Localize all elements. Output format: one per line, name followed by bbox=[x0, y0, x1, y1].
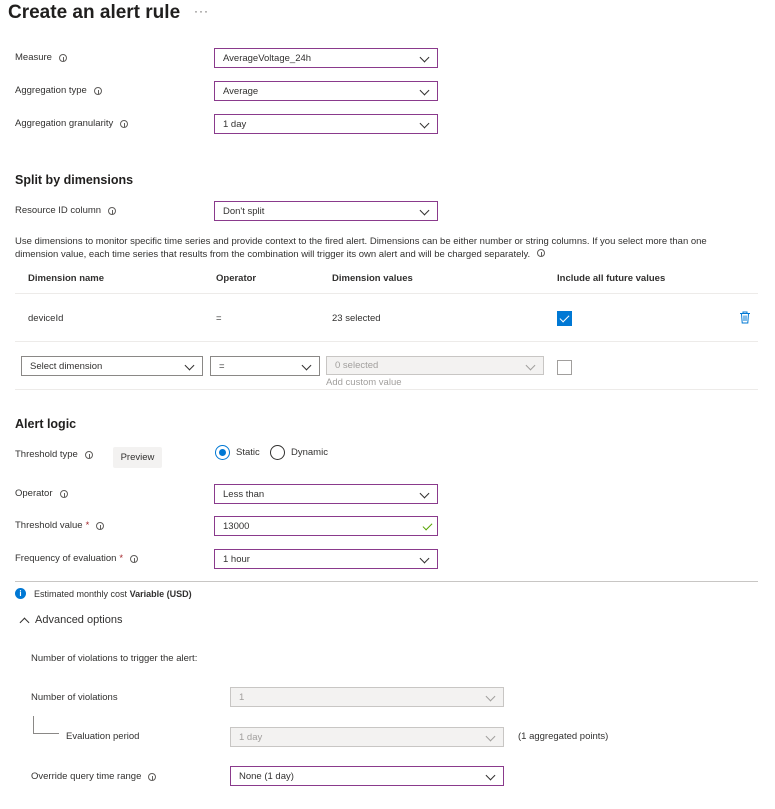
static-radio[interactable] bbox=[215, 445, 230, 460]
info-icon bbox=[58, 53, 67, 62]
required-mark: * bbox=[119, 553, 124, 564]
dynamic-radio-label[interactable]: Dynamic bbox=[291, 447, 328, 458]
chevron-down-icon bbox=[419, 205, 430, 216]
override-query-label: Override query time range bbox=[31, 771, 157, 782]
aggregation-granularity-label: Aggregation granularity bbox=[15, 118, 129, 129]
chevron-down-icon bbox=[419, 52, 430, 63]
chevron-down-icon bbox=[485, 691, 496, 702]
info-icon bbox=[96, 521, 105, 530]
aggregation-type-label: Aggregation type bbox=[15, 85, 102, 96]
info-icon bbox=[120, 119, 129, 128]
evaluation-period-label: Evaluation period bbox=[66, 731, 140, 742]
chevron-down-icon bbox=[419, 488, 430, 499]
required-mark: * bbox=[85, 520, 90, 531]
new-include-future-checkbox bbox=[557, 360, 572, 375]
include-future-checkbox[interactable] bbox=[557, 311, 572, 326]
chevron-down-icon bbox=[485, 770, 496, 781]
dimension-name-cell: deviceId bbox=[28, 313, 64, 324]
col-operator: Operator bbox=[216, 273, 257, 284]
threshold-value-input[interactable]: 13000 bbox=[214, 516, 438, 536]
add-custom-value-link: Add custom value bbox=[326, 377, 402, 388]
static-radio-label[interactable]: Static bbox=[236, 447, 260, 458]
violations-dropdown: 1 bbox=[230, 687, 504, 707]
chevron-up-icon[interactable] bbox=[19, 617, 30, 628]
threshold-value-label: Threshold value * bbox=[15, 520, 105, 531]
more-options-button[interactable]: ··· bbox=[194, 4, 209, 18]
aggregated-points-note: (1 aggregated points) bbox=[518, 731, 609, 742]
info-icon bbox=[148, 772, 157, 781]
col-include-future: Include all future values bbox=[557, 273, 666, 284]
operator-cell: = bbox=[216, 313, 222, 324]
checkmark-icon bbox=[422, 520, 433, 531]
trash-icon[interactable] bbox=[739, 311, 751, 324]
frequency-dropdown[interactable]: 1 hour bbox=[214, 549, 438, 569]
estimated-cost: Estimated monthly cost Variable (USD) bbox=[34, 589, 192, 599]
info-icon bbox=[84, 450, 93, 459]
alert-logic-heading: Alert logic bbox=[15, 417, 77, 431]
select-dimension-dropdown[interactable]: Select dimension bbox=[21, 356, 203, 376]
aggregation-granularity-dropdown[interactable]: 1 day bbox=[214, 114, 438, 134]
divider bbox=[15, 389, 758, 390]
tree-connector bbox=[33, 716, 59, 734]
advanced-options-toggle[interactable]: Advanced options bbox=[35, 614, 122, 626]
chevron-down-icon bbox=[525, 360, 536, 371]
info-filled-icon: i bbox=[15, 588, 26, 599]
info-icon bbox=[537, 249, 546, 257]
split-help-text: Use dimensions to monitor specific time … bbox=[15, 236, 707, 260]
aggregation-type-dropdown[interactable]: Average bbox=[214, 81, 438, 101]
info-icon bbox=[108, 206, 117, 215]
new-operator-dropdown[interactable]: = bbox=[210, 356, 320, 376]
threshold-type-label: Threshold type bbox=[15, 449, 93, 460]
operator-label: Operator bbox=[15, 488, 68, 499]
operator-dropdown[interactable]: Less than bbox=[214, 484, 438, 504]
measure-dropdown[interactable]: AverageVoltage_24h bbox=[214, 48, 438, 68]
chevron-down-icon bbox=[301, 360, 312, 371]
info-icon bbox=[59, 489, 68, 498]
dynamic-radio[interactable] bbox=[270, 445, 285, 460]
chevron-down-icon bbox=[485, 731, 496, 742]
frequency-label: Frequency of evaluation * bbox=[15, 553, 139, 564]
chevron-down-icon bbox=[184, 360, 195, 371]
resource-id-label: Resource ID column bbox=[15, 205, 117, 216]
preview-badge: Preview bbox=[113, 447, 162, 468]
info-icon bbox=[130, 554, 139, 563]
resource-id-dropdown[interactable]: Don't split bbox=[214, 201, 438, 221]
override-query-dropdown[interactable]: None (1 day) bbox=[230, 766, 504, 786]
chevron-down-icon bbox=[419, 118, 430, 129]
divider bbox=[15, 341, 758, 342]
dimension-values-cell[interactable]: 23 selected bbox=[332, 313, 381, 324]
evaluation-period-dropdown: 1 day bbox=[230, 727, 504, 747]
violations-title: Number of violations to trigger the aler… bbox=[31, 653, 198, 664]
page-title: Create an alert rule bbox=[8, 2, 181, 23]
chevron-down-icon bbox=[419, 85, 430, 96]
info-icon bbox=[93, 86, 102, 95]
new-values-dropdown: 0 selected bbox=[326, 356, 544, 375]
violations-label: Number of violations bbox=[31, 692, 118, 703]
divider bbox=[15, 293, 758, 294]
divider bbox=[15, 581, 758, 582]
chevron-down-icon bbox=[419, 553, 430, 564]
split-heading: Split by dimensions bbox=[15, 173, 134, 187]
col-dimension-values: Dimension values bbox=[332, 273, 413, 284]
col-dimension-name: Dimension name bbox=[28, 273, 105, 284]
measure-label: Measure bbox=[15, 52, 67, 63]
